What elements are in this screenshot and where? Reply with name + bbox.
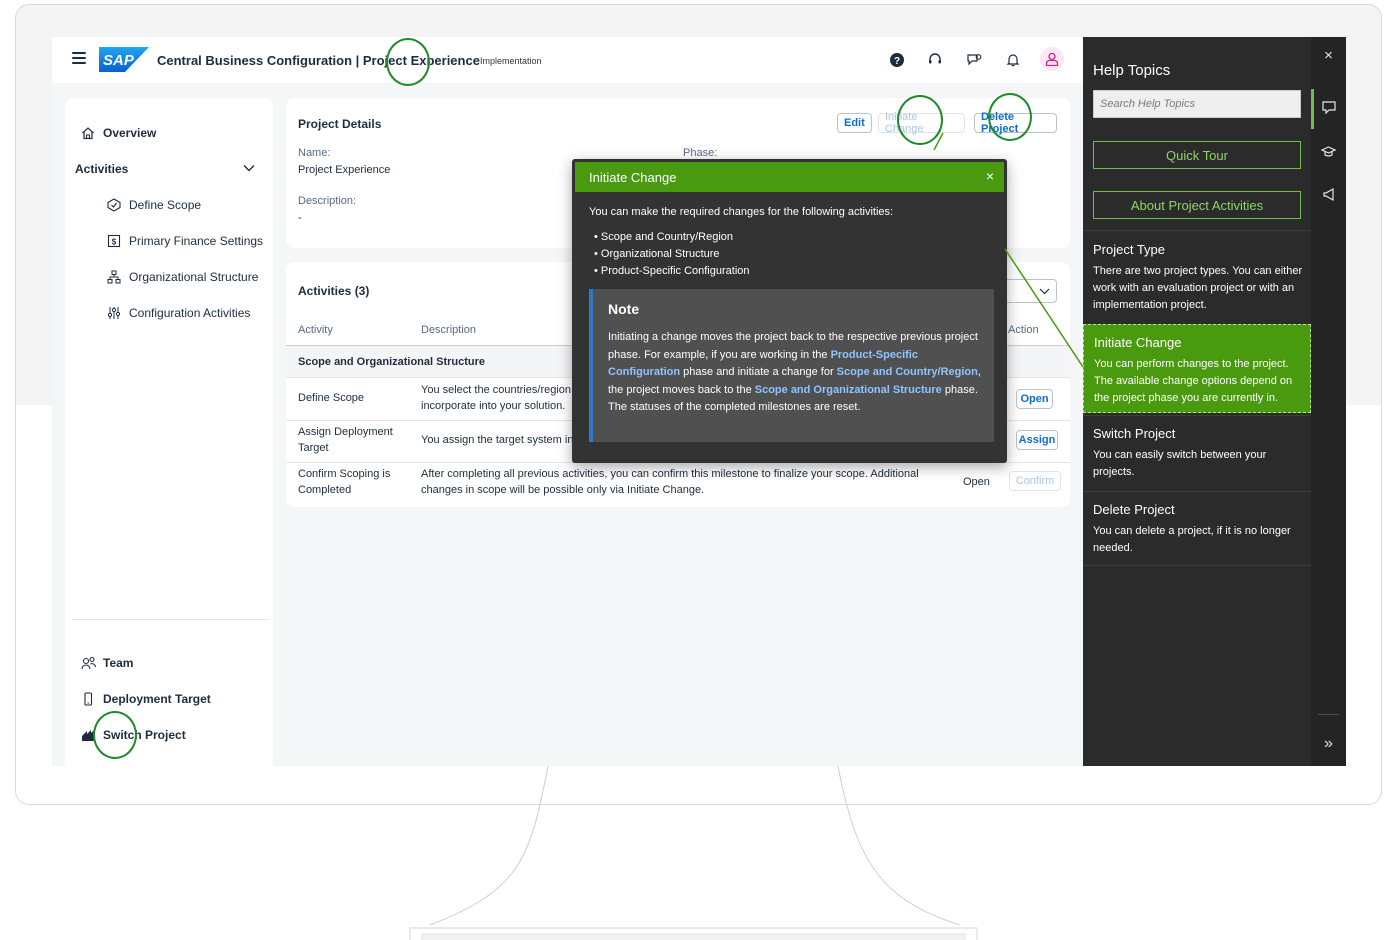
highlight-ring [93, 711, 137, 759]
highlight-ring [897, 95, 943, 145]
highlight-ring [386, 38, 430, 86]
callout-connectors [933, 132, 1084, 368]
stage: SAP Central Business Configuration | Pro… [0, 0, 1392, 940]
app-screen: SAP Central Business Configuration | Pro… [52, 37, 1346, 766]
highlight-ring [988, 93, 1032, 141]
